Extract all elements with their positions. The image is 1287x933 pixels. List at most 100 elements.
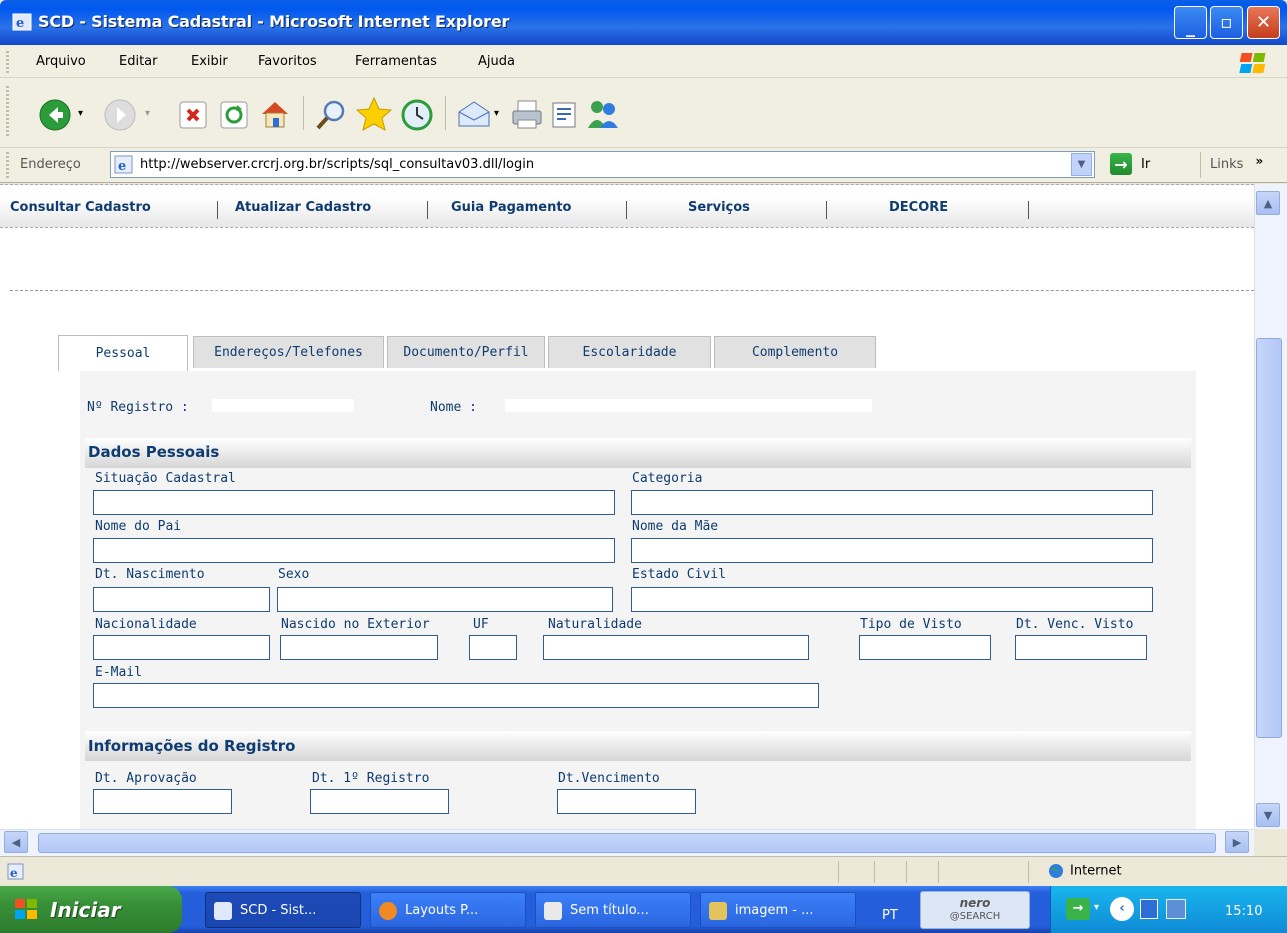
edit-icon[interactable] — [550, 100, 580, 134]
back-circle-icon[interactable]: ‹ — [1110, 897, 1134, 921]
separator — [1200, 152, 1201, 178]
status-cell — [838, 861, 839, 883]
scroll-down-icon[interactable]: ▼ — [1256, 803, 1280, 827]
aprovacao-field[interactable] — [93, 789, 232, 814]
registro-value — [212, 399, 354, 412]
favorites-icon[interactable] — [355, 96, 393, 136]
uf-label: UF — [473, 617, 489, 632]
nero-logo: nero — [959, 896, 991, 910]
nav-guia-pagamento[interactable]: Guia Pagamento — [451, 200, 571, 215]
messenger-icon[interactable] — [586, 98, 620, 134]
vencimento-field[interactable] — [557, 789, 696, 814]
tipo-visto-field[interactable] — [859, 635, 991, 660]
exterior-field[interactable] — [280, 635, 438, 660]
nascimento-label: Dt. Nascimento — [95, 567, 205, 582]
task-imagem[interactable]: imagem - ... — [700, 892, 856, 928]
informacoes-registro-title: Informações do Registro — [88, 737, 296, 755]
mae-label: Nome da Mãe — [632, 519, 719, 534]
menu-favoritos[interactable]: Favoritos — [258, 54, 317, 69]
task-scd[interactable]: SCD - Sist... — [205, 892, 361, 928]
back-dropdown-icon[interactable]: ▾ — [78, 108, 83, 119]
page-status-icon: e — [7, 863, 25, 885]
history-icon[interactable] — [400, 98, 434, 136]
menu-ferramentas[interactable]: Ferramentas — [355, 54, 437, 69]
scroll-left-icon[interactable]: ◀ — [4, 831, 28, 853]
close-button[interactable]: ✕ — [1247, 6, 1280, 39]
address-url[interactable]: http://webserver.crcrj.org.br/scripts/sq… — [140, 157, 534, 172]
menu-arquivo[interactable]: Arquivo — [36, 54, 86, 69]
primeiro-registro-label: Dt. 1º Registro — [312, 771, 430, 786]
site-nav: Consultar Cadastro Atualizar Cadastro Gu… — [0, 184, 1254, 228]
task-sem-titulo[interactable]: Sem título... — [535, 892, 691, 928]
nav-consultar-cadastro[interactable]: Consultar Cadastro — [10, 200, 151, 215]
grip — [6, 86, 9, 138]
back-icon[interactable] — [38, 98, 72, 136]
venc-visto-field[interactable] — [1015, 635, 1147, 660]
nav-separator — [217, 201, 218, 219]
estado-civil-field[interactable] — [631, 587, 1153, 612]
vertical-scroll-thumb[interactable] — [1256, 338, 1282, 738]
network-icon[interactable] — [1140, 899, 1158, 919]
nav-atualizar-cadastro[interactable]: Atualizar Cadastro — [235, 200, 371, 215]
tray-arrow-icon[interactable]: → — [1066, 898, 1090, 920]
mail-icon[interactable] — [456, 98, 492, 134]
tab-documento-perfil[interactable]: Documento/Perfil — [387, 336, 545, 368]
menu-ajuda[interactable]: Ajuda — [478, 54, 515, 69]
address-dropdown-button[interactable]: ▼ — [1071, 153, 1092, 176]
go-button[interactable]: Ir — [1141, 157, 1150, 172]
menu-bar: Arquivo Editar Exibir Favoritos Ferramen… — [0, 45, 1287, 78]
sexo-label: Sexo — [278, 567, 310, 582]
nome-value — [505, 399, 872, 412]
print-icon[interactable] — [510, 98, 544, 134]
tab-escolaridade[interactable]: Escolaridade — [548, 336, 711, 368]
tab-pessoal[interactable]: Pessoal — [58, 335, 188, 371]
svg-text:e: e — [16, 16, 24, 31]
vencimento-label: Dt.Vencimento — [558, 771, 660, 786]
nacionalidade-field[interactable] — [93, 635, 270, 660]
horizontal-scroll-thumb[interactable] — [38, 833, 1216, 853]
zone-label: Internet — [1070, 863, 1122, 879]
email-field[interactable] — [93, 683, 819, 708]
go-arrow-icon[interactable]: → — [1110, 153, 1132, 175]
aprovacao-label: Dt. Aprovação — [95, 771, 197, 786]
monitor-icon[interactable] — [1166, 899, 1186, 919]
mae-field[interactable] — [631, 538, 1153, 563]
start-button[interactable]: Iniciar — [0, 886, 182, 933]
tab-complemento[interactable]: Complemento — [714, 336, 876, 368]
categoria-field[interactable] — [631, 490, 1153, 515]
task-label: SCD - Sist... — [240, 902, 317, 918]
task-layouts[interactable]: Layouts P... — [370, 892, 526, 928]
nero-search-box[interactable]: nero @SEARCH — [920, 891, 1030, 929]
scroll-right-icon[interactable]: ▶ — [1225, 831, 1249, 853]
pai-field[interactable] — [93, 538, 615, 563]
uf-field[interactable] — [469, 635, 517, 660]
nav-servicos[interactable]: Serviços — [688, 200, 750, 215]
maximize-button[interactable]: ▫ — [1210, 6, 1243, 39]
home-icon[interactable] — [258, 98, 292, 134]
nav-decore[interactable]: DECORE — [889, 200, 948, 215]
refresh-icon[interactable] — [219, 100, 249, 134]
language-indicator[interactable]: PT — [882, 908, 898, 923]
tab-enderecos-telefones[interactable]: Endereços/Telefones — [193, 336, 384, 368]
nero-search-label: @SEARCH — [949, 911, 1001, 922]
stop-icon[interactable] — [178, 100, 208, 134]
situacao-field[interactable] — [93, 490, 615, 515]
section-header — [85, 438, 1191, 468]
menu-exibir[interactable]: Exibir — [191, 54, 228, 69]
links-button[interactable]: Links » — [1210, 154, 1263, 172]
sexo-field[interactable] — [277, 587, 613, 612]
forward-dropdown-icon[interactable]: ▾ — [145, 108, 150, 119]
menu-editar[interactable]: Editar — [119, 54, 158, 69]
firefox-icon — [379, 902, 397, 920]
forward-icon[interactable] — [103, 98, 137, 136]
minimize-button[interactable]: _ — [1174, 6, 1207, 39]
nascimento-field[interactable] — [93, 587, 270, 612]
tray-dropdown-icon[interactable]: ▾ — [1094, 902, 1099, 913]
svg-text:e: e — [10, 866, 18, 880]
nav-separator — [626, 201, 627, 219]
naturalidade-field[interactable] — [543, 635, 809, 660]
mail-dropdown-icon[interactable]: ▾ — [494, 108, 499, 119]
search-icon[interactable] — [314, 98, 348, 136]
scroll-up-icon[interactable]: ▲ — [1256, 191, 1280, 215]
primeiro-registro-field[interactable] — [310, 789, 449, 814]
